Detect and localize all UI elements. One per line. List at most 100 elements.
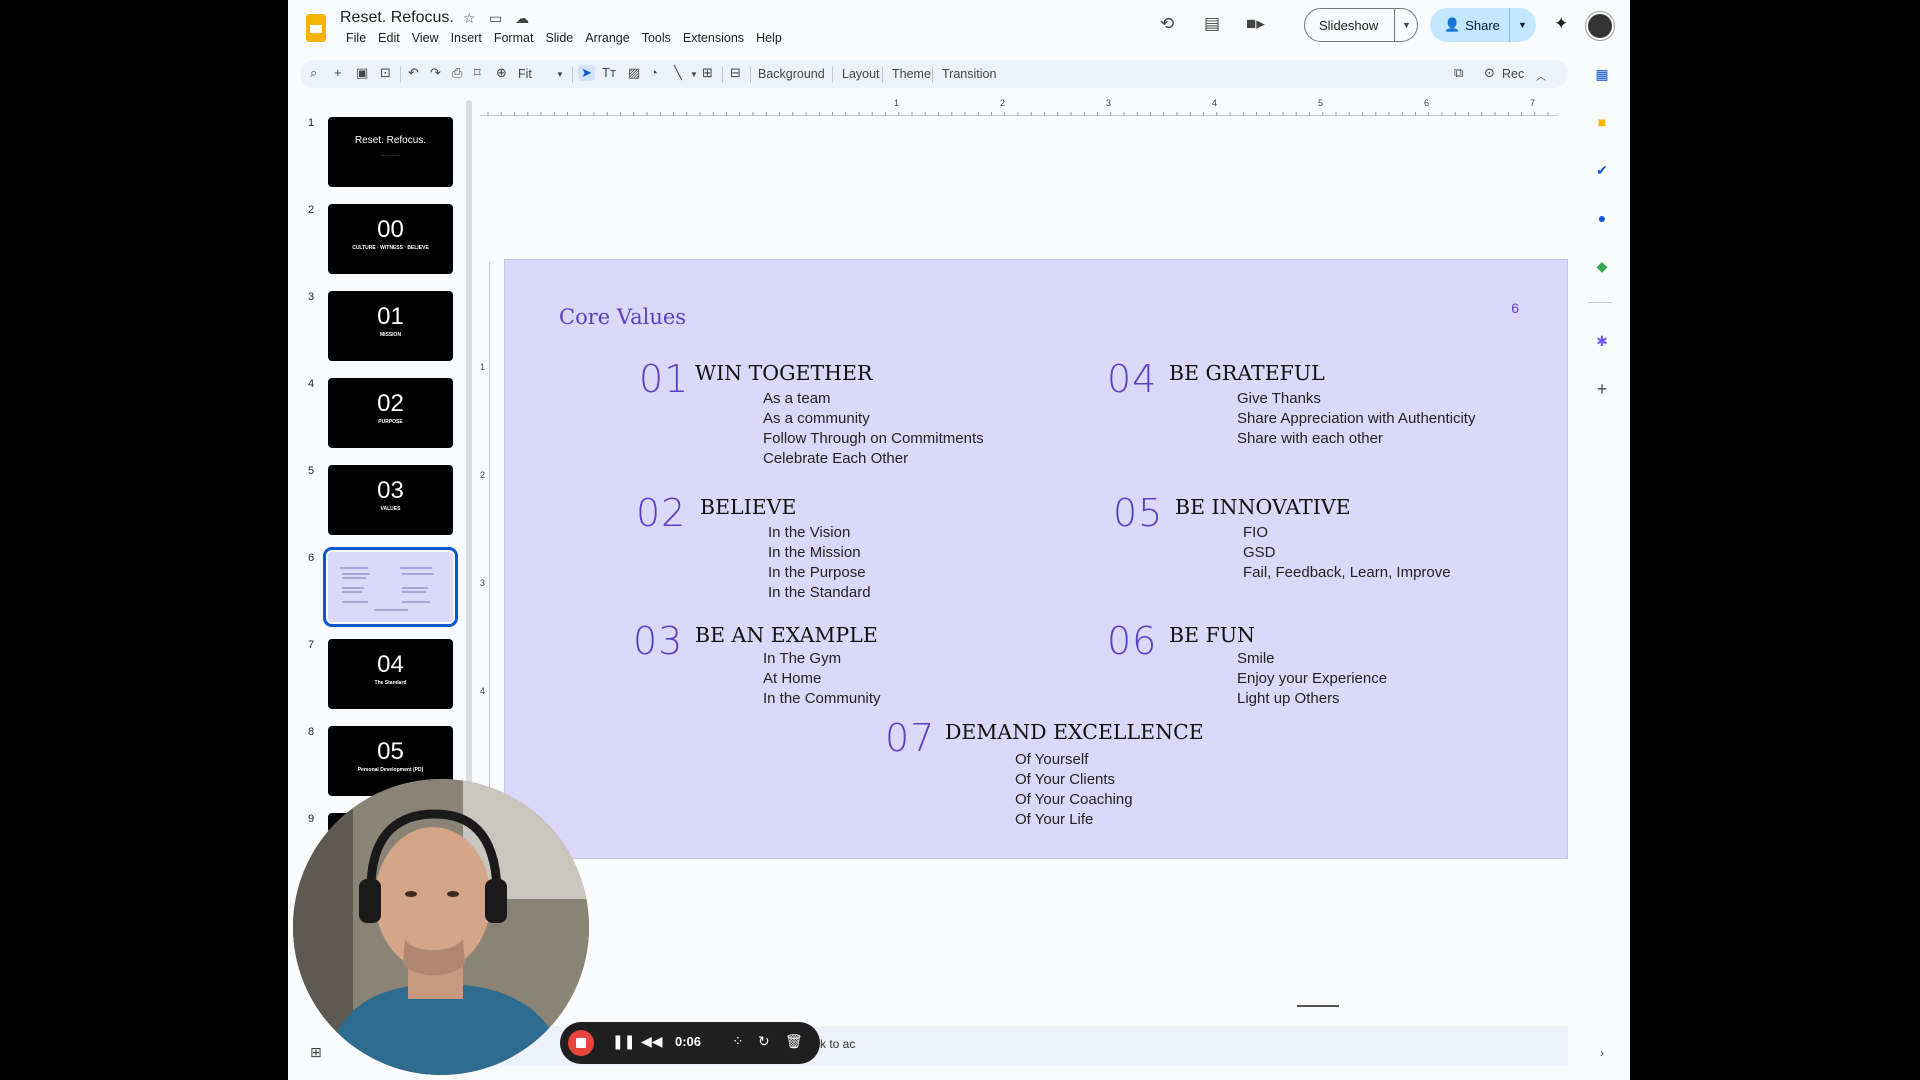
slide-thumbnail-4[interactable]: 02 PURPOSE xyxy=(328,378,453,448)
add-on-icon[interactable]: ✱ xyxy=(1594,333,1610,349)
horizontal-ruler[interactable]: 1 2 3 4 5 6 7 xyxy=(480,98,1558,116)
new-slide-with-layout-icon[interactable]: ⊡ xyxy=(380,65,391,81)
text-box-icon[interactable]: Tт xyxy=(602,65,616,80)
comments-icon[interactable]: ▤ xyxy=(1204,14,1220,34)
insert-special-icon[interactable]: ⊞ xyxy=(702,65,713,81)
chevron-down-icon[interactable]: ▼ xyxy=(1395,20,1411,30)
cloud-status-icon[interactable]: ☁ xyxy=(515,10,529,27)
new-slide-icon[interactable]: + xyxy=(334,65,342,80)
slide-title[interactable]: Core Values xyxy=(559,305,686,329)
slide-recording-icon[interactable]: ⧉ xyxy=(1454,65,1463,81)
get-add-ons-icon[interactable]: + xyxy=(1594,380,1610,398)
move-folder-icon[interactable]: ▭ xyxy=(489,10,502,27)
collapse-toolbar-icon[interactable]: ︿ xyxy=(1536,68,1546,83)
thumb-title: 03 xyxy=(377,477,404,504)
slide-thumbnail-1[interactable]: Reset. Refocus. — — — — xyxy=(328,117,453,187)
menu-tools[interactable]: Tools xyxy=(636,31,677,45)
slides-logo-icon[interactable] xyxy=(306,14,326,42)
chevron-down-icon[interactable]: ▼ xyxy=(690,70,698,79)
slide-thumbnail-5[interactable]: 03 VALUES xyxy=(328,465,453,535)
filmstrip-scrollbar[interactable] xyxy=(466,100,472,790)
chevron-down-icon[interactable]: ▼ xyxy=(556,70,564,79)
ruler-mark: 3 xyxy=(1106,98,1112,108)
menu-extensions[interactable]: Extensions xyxy=(677,31,750,45)
redo-icon[interactable]: ↷ xyxy=(430,65,441,81)
webcam-video-bubble[interactable] xyxy=(293,779,589,1075)
speaker-notes-resize-handle[interactable] xyxy=(1297,1005,1339,1007)
value-items: In The Gym At Home In the Community xyxy=(763,649,881,709)
slide-number: 9 xyxy=(308,813,315,825)
star-icon[interactable]: ☆ xyxy=(463,10,476,27)
zoom-icon[interactable]: ⊕ xyxy=(496,65,507,81)
play-circle-icon[interactable]: ⊙ xyxy=(1484,65,1495,81)
slide-layout-icon[interactable]: ▣ xyxy=(356,65,368,81)
share-button[interactable]: 👤 Share ▼ xyxy=(1430,8,1536,42)
menu-slide[interactable]: Slide xyxy=(539,31,579,45)
recording-timer: 0:06 xyxy=(675,1034,702,1049)
paint-format-icon[interactable]: ⌑ xyxy=(474,65,481,81)
value-number: 06 xyxy=(1107,619,1158,663)
line-icon[interactable]: ╲ xyxy=(674,65,682,81)
zoom-select[interactable]: Fit xyxy=(518,67,532,81)
slideshow-button[interactable]: Slideshow ▼ xyxy=(1304,8,1418,42)
vertical-ruler[interactable]: 1 2 3 4 xyxy=(478,262,490,862)
version-history-icon[interactable]: ⟲ xyxy=(1160,14,1174,34)
search-menus-icon[interactable]: ⌕ xyxy=(310,65,317,81)
chevron-right-icon[interactable]: › xyxy=(1600,1046,1604,1060)
transition-button[interactable]: Transition xyxy=(942,67,996,81)
insert-image-icon[interactable]: ▨ xyxy=(628,65,640,81)
grid-dots-icon[interactable]: ⁘ xyxy=(732,1033,744,1050)
background-button[interactable]: Background xyxy=(758,67,825,81)
slide-canvas[interactable]: Core Values 6 01 WIN TOGETHER As a team … xyxy=(504,259,1568,859)
slide-thumbnail-7[interactable]: 04 The Standard xyxy=(328,639,453,709)
menu-file[interactable]: File xyxy=(340,31,372,45)
meet-video-icon[interactable]: ■▸ xyxy=(1246,14,1265,34)
value-number: 07 xyxy=(885,716,936,760)
share-label: Share xyxy=(1465,17,1500,33)
ruler-mark: 1 xyxy=(480,362,486,372)
pause-icon[interactable]: ❚❚ xyxy=(612,1033,635,1050)
keep-icon[interactable]: ■ xyxy=(1594,114,1610,130)
menu-edit[interactable]: Edit xyxy=(372,31,406,45)
calendar-icon[interactable]: ▦ xyxy=(1594,66,1610,82)
menu-help[interactable]: Help xyxy=(750,31,788,45)
value-item: Follow Through on Commitments xyxy=(763,430,984,447)
rec-button[interactable]: Rec xyxy=(1502,67,1524,81)
tasks-icon[interactable]: ✔ xyxy=(1594,162,1610,178)
grid-view-icon[interactable]: ⊞ xyxy=(310,1044,322,1061)
select-cursor-icon[interactable]: ➤ xyxy=(578,65,595,81)
menu-format[interactable]: Format xyxy=(488,31,540,45)
value-item: Of Your Life xyxy=(1015,811,1094,828)
rewind-icon[interactable]: ◀◀ xyxy=(641,1033,663,1050)
menu-view[interactable]: View xyxy=(406,31,445,45)
thumb-title: 05 xyxy=(377,738,404,765)
menu-arrange[interactable]: Arrange xyxy=(579,31,635,45)
undo-icon[interactable]: ↶ xyxy=(408,65,419,81)
value-items: Smile Enjoy your Experience Light up Oth… xyxy=(1237,649,1387,709)
recording-controls: ❚❚ ◀◀ 0:06 ⁘ ↻ 🗑 xyxy=(560,1022,820,1064)
chevron-down-icon[interactable]: ▼ xyxy=(1510,20,1527,30)
trash-icon[interactable]: 🗑 xyxy=(785,1033,803,1050)
add-comment-icon[interactable]: ⊟ xyxy=(730,65,741,81)
stop-recording-button[interactable] xyxy=(568,1030,594,1056)
document-title[interactable]: Reset. Refocus. xyxy=(340,9,454,27)
value-item: Celebrate Each Other xyxy=(763,450,909,467)
gemini-sparkle-icon[interactable]: ✦ xyxy=(1554,14,1568,34)
value-item: In the Purpose xyxy=(768,564,866,581)
restart-icon[interactable]: ↻ xyxy=(758,1033,770,1050)
account-avatar[interactable] xyxy=(1586,12,1614,40)
slide-thumbnail-6-selected[interactable] xyxy=(323,547,458,627)
slide-page-number[interactable]: 6 xyxy=(1511,300,1519,316)
print-icon[interactable]: ⎙ xyxy=(452,65,462,81)
slide-thumbnail-3[interactable]: 01 MISSION xyxy=(328,291,453,361)
thumb-subtitle: The Standard xyxy=(374,680,407,686)
contacts-icon[interactable]: ● xyxy=(1594,210,1610,226)
menu-insert[interactable]: Insert xyxy=(445,31,488,45)
value-heading: BE GRATEFUL xyxy=(1169,361,1325,385)
theme-button[interactable]: Theme xyxy=(892,67,931,81)
maps-icon[interactable]: ◆ xyxy=(1594,258,1610,274)
shape-icon[interactable]: ◔ xyxy=(650,65,658,80)
thumb-subtitle: PURPOSE xyxy=(378,419,403,425)
layout-button[interactable]: Layout xyxy=(842,67,880,81)
slide-thumbnail-2[interactable]: 00 CULTURE · WITNESS · BELIEVE xyxy=(328,204,453,274)
